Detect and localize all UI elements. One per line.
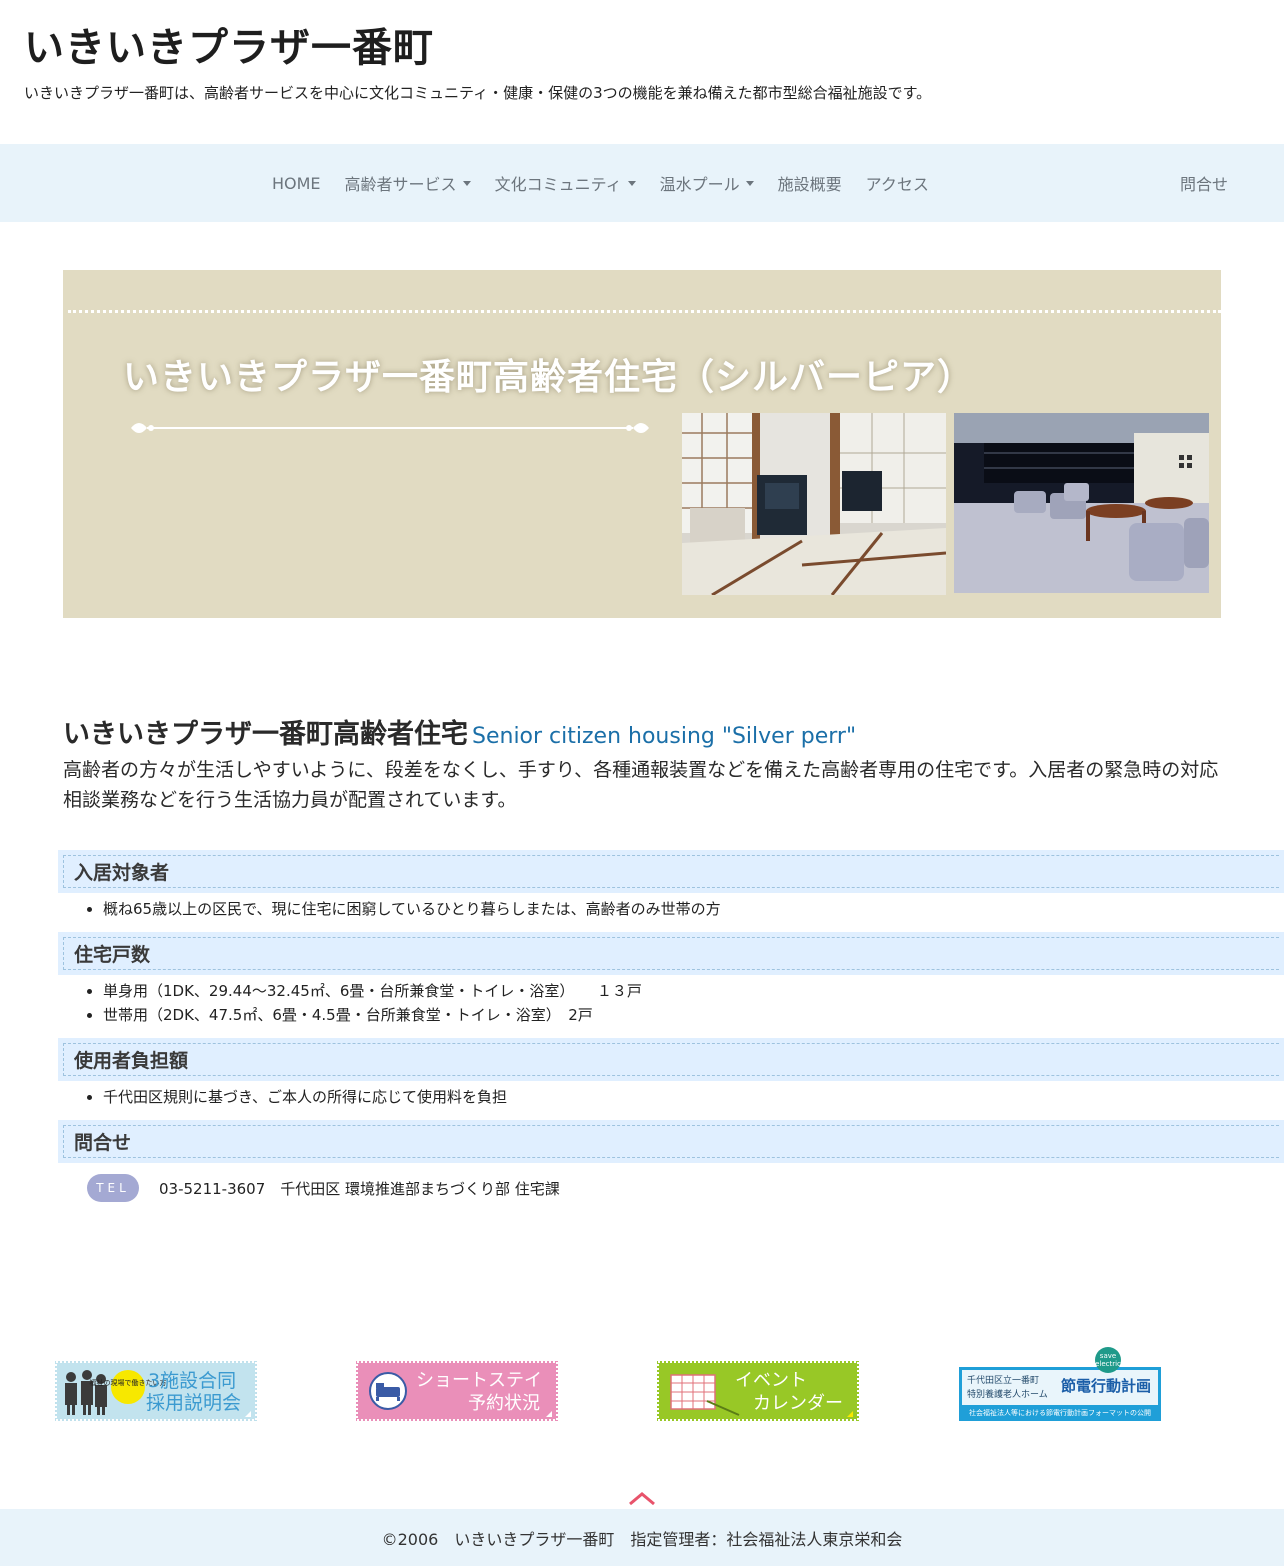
event-line-2: カレンダー (753, 1393, 843, 1414)
nav-item-culture-community[interactable]: 文化コミュニティ (495, 171, 636, 195)
intro-title-jp: いきいきプラザ一番町高齢者住宅 (63, 719, 468, 750)
list-item: 世帯用（2DK、47.5㎡、6畳・4.5畳・台所兼食堂・トイレ・浴室） 2戸 (103, 1003, 1263, 1027)
list-item: 千代田区規則に基づき、ご本人の所得に応じて使用料を負担 (103, 1085, 1263, 1109)
footer-copyright: ©2006 いきいきプラザ一番町 指定管理者：社会福祉法人東京栄和会 (381, 1529, 903, 1549)
power-line-2: 特別養護老人ホーム (967, 1388, 1048, 1400)
fee-list: 千代田区規則に基づき、ご本人の所得に応じて使用料を負担 (103, 1085, 1263, 1109)
nav-item-senior-services[interactable]: 高齢者サービス (345, 171, 471, 195)
shortstay-line-2: 予約状況 (468, 1393, 540, 1414)
nav-item-facility[interactable]: 施設概要 (778, 171, 842, 195)
nav-label: 温水プール (659, 175, 740, 194)
contact-row: TEL 03-5211-3607 千代田区 環境推進部まちづくり部 住宅課 (87, 1174, 560, 1202)
recruit-line-1: 3施設合同 (148, 1370, 236, 1392)
nav-item-access[interactable]: アクセス (866, 171, 929, 195)
shortstay-banner[interactable]: ショートステイ 予約状況 (356, 1361, 558, 1421)
nav-list: HOME 高齢者サービス 文化コミュニティ 温水プール 施設概要 アクセス (272, 144, 953, 222)
dropdown-caret-icon (745, 180, 754, 186)
section-heading-text: 住宅戸数 (63, 937, 1279, 970)
intro-title: いきいきプラザ一番町高齢者住宅 Senior citizen housing "S… (63, 712, 1284, 751)
nav-label: HOME (272, 173, 321, 193)
power-main-text: 節電行動計画 (1061, 1377, 1151, 1395)
tel-badge: TEL (87, 1174, 139, 1202)
list-item: 単身用（1DK、29.44～32.45㎡、6畳・台所兼食堂・トイレ・浴室） １３… (103, 979, 1263, 1003)
power-line-1: 千代田区立一番町 (967, 1374, 1039, 1386)
power-badge-line-2: electric (1095, 1360, 1121, 1368)
nav-label: 施設概要 (777, 175, 842, 194)
power-badge-line-1: save (1100, 1352, 1116, 1360)
section-heading-contact: 問合せ (58, 1120, 1284, 1163)
shortstay-line-1: ショートステイ (416, 1370, 542, 1391)
section-heading-text: 問合せ (63, 1125, 1279, 1158)
event-line-1: イベント (735, 1370, 807, 1391)
dropdown-caret-icon (462, 180, 471, 186)
nav-label: アクセス (865, 175, 929, 194)
recruit-banner[interactable]: 福祉の現場で働きたい方 3施設合同 採用説明会 (55, 1361, 257, 1421)
intro-text-line-1: 高齢者の方々が生活しやすいように、段差をなくし、手すり、各種通報装置などを備えた… (63, 759, 1219, 781)
intro-section: いきいきプラザ一番町高齢者住宅 Senior citizen housing "S… (63, 712, 1284, 815)
section-heading-eligibility: 入居対象者 (58, 850, 1284, 893)
list-item: 概ね65歳以上の区民で、現に住宅に困窮しているひとり暮らしまたは、高齢者のみ世帯… (103, 897, 1263, 921)
room-photo (682, 413, 946, 595)
ornament-divider-icon (131, 423, 649, 433)
nav-label: 高齢者サービス (344, 175, 457, 194)
section-heading-units: 住宅戸数 (58, 932, 1284, 975)
event-calendar-banner[interactable]: イベント カレンダー (657, 1361, 859, 1421)
nav-item-contact[interactable]: 問合せ (1180, 144, 1228, 222)
units-list: 単身用（1DK、29.44～32.45㎡、6畳・台所兼食堂・トイレ・浴室） １３… (103, 979, 1263, 1027)
site-header: いきいきプラザ一番町 いきいきプラザ一番町は、高齢者サービスを中心に文化コミュニ… (24, 22, 1264, 103)
power-bottom-text: 社会福祉法人等における節電行動計画フォーマットの公開 (969, 1408, 1151, 1417)
nav-label: 文化コミュニティ (494, 175, 622, 194)
event-banner-graphic: イベント カレンダー (657, 1361, 859, 1421)
hero-dotted-line (68, 310, 1221, 313)
lounge-photo (954, 413, 1209, 593)
section-heading-text: 入居対象者 (63, 855, 1279, 888)
contact-text: 03-5211-3607 千代田区 環境推進部まちづくり部 住宅課 (159, 1179, 560, 1198)
site-title[interactable]: いきいきプラザ一番町 (24, 22, 1264, 74)
site-footer: ©2006 いきいきプラザ一番町 指定管理者：社会福祉法人東京栄和会 (0, 1509, 1284, 1566)
dropdown-caret-icon (627, 180, 636, 186)
section-heading-text: 使用者負担額 (63, 1043, 1279, 1076)
section-heading-fee: 使用者負担額 (58, 1038, 1284, 1081)
power-saving-plan-banner[interactable]: save electric 千代田区立一番町 特別養護老人ホーム 節電行動計画 … (959, 1347, 1161, 1421)
recruit-line-2: 採用説明会 (146, 1392, 241, 1414)
intro-text-line-2: 相談業務などを行う生活協力員が配置されています。 (63, 789, 517, 811)
shortstay-banner-graphic: ショートステイ 予約状況 (356, 1361, 558, 1421)
hero-title: いきいきプラザ一番町高齢者住宅（シルバーピア） (123, 357, 975, 398)
nav-item-pool[interactable]: 温水プール (660, 171, 754, 195)
site-description: いきいきプラザ一番町は、高齢者サービスを中心に文化コミュニティ・健康・保健の3つ… (24, 84, 932, 102)
main-navbar: HOME 高齢者サービス 文化コミュニティ 温水プール 施設概要 アクセス 問合… (0, 144, 1284, 222)
eligibility-list: 概ね65歳以上の区民で、現に住宅に困窮しているひとり暮らしまたは、高齢者のみ世帯… (103, 897, 1263, 921)
back-to-top-chevron-icon[interactable] (628, 1490, 656, 1508)
power-banner-graphic: save electric 千代田区立一番町 特別養護老人ホーム 節電行動計画 … (959, 1347, 1161, 1421)
intro-subtitle-en: Senior citizen housing "Silver perr" (472, 724, 857, 749)
hero-banner: いきいきプラザ一番町高齢者住宅（シルバーピア） (63, 270, 1221, 618)
nav-item-home[interactable]: HOME (272, 174, 321, 193)
recruit-banner-graphic: 福祉の現場で働きたい方 3施設合同 採用説明会 (55, 1361, 257, 1421)
